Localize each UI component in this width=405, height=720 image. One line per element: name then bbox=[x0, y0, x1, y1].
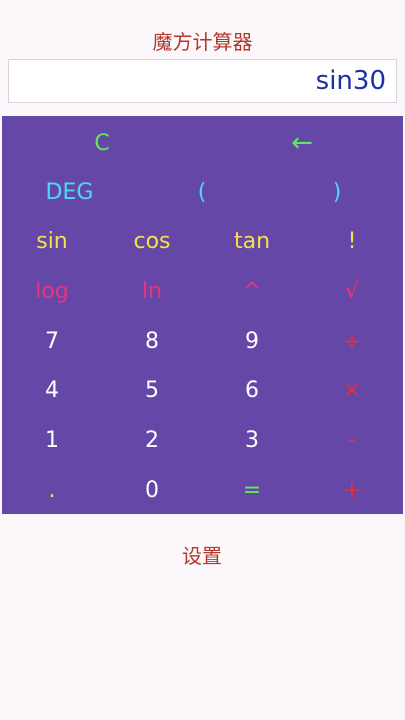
minus-button[interactable]: - bbox=[302, 415, 402, 465]
digit-7-button[interactable]: 7 bbox=[2, 316, 102, 366]
open-paren-button[interactable]: ( bbox=[152, 167, 252, 217]
power-button[interactable]: ^ bbox=[202, 266, 302, 316]
factorial-button[interactable]: ! bbox=[302, 216, 402, 266]
calculator-keypad: C ← DEG ( ) sin cos tan ! log ln ^ √ 7 8… bbox=[2, 116, 403, 514]
equals-button[interactable]: = bbox=[202, 465, 302, 515]
deg-toggle-button[interactable]: DEG bbox=[2, 167, 137, 217]
ln-button[interactable]: ln bbox=[102, 266, 202, 316]
backspace-button[interactable]: ← bbox=[252, 118, 352, 168]
digit-1-button[interactable]: 1 bbox=[2, 415, 102, 465]
log-button[interactable]: log bbox=[2, 266, 102, 316]
digit-8-button[interactable]: 8 bbox=[102, 316, 202, 366]
plus-button[interactable]: + bbox=[302, 465, 402, 515]
app-title: 魔方计算器 bbox=[152, 30, 253, 54]
sqrt-button[interactable]: √ bbox=[302, 266, 402, 316]
decimal-point-button[interactable]: . bbox=[2, 465, 102, 515]
clear-button[interactable]: C bbox=[52, 118, 152, 168]
digit-4-button[interactable]: 4 bbox=[2, 365, 102, 415]
digit-3-button[interactable]: 3 bbox=[202, 415, 302, 465]
digit-6-button[interactable]: 6 bbox=[202, 365, 302, 415]
expression-display[interactable]: sin30 bbox=[8, 59, 397, 103]
digit-0-button[interactable]: 0 bbox=[102, 465, 202, 515]
digit-9-button[interactable]: 9 bbox=[202, 316, 302, 366]
multiply-button[interactable]: × bbox=[302, 365, 402, 415]
digit-5-button[interactable]: 5 bbox=[102, 365, 202, 415]
sin-button[interactable]: sin bbox=[2, 216, 102, 266]
tan-button[interactable]: tan bbox=[202, 216, 302, 266]
digit-2-button[interactable]: 2 bbox=[102, 415, 202, 465]
settings-button[interactable]: 设置 bbox=[152, 540, 252, 572]
close-paren-button[interactable]: ) bbox=[287, 167, 387, 217]
divide-button[interactable]: ÷ bbox=[302, 316, 402, 366]
cos-button[interactable]: cos bbox=[102, 216, 202, 266]
